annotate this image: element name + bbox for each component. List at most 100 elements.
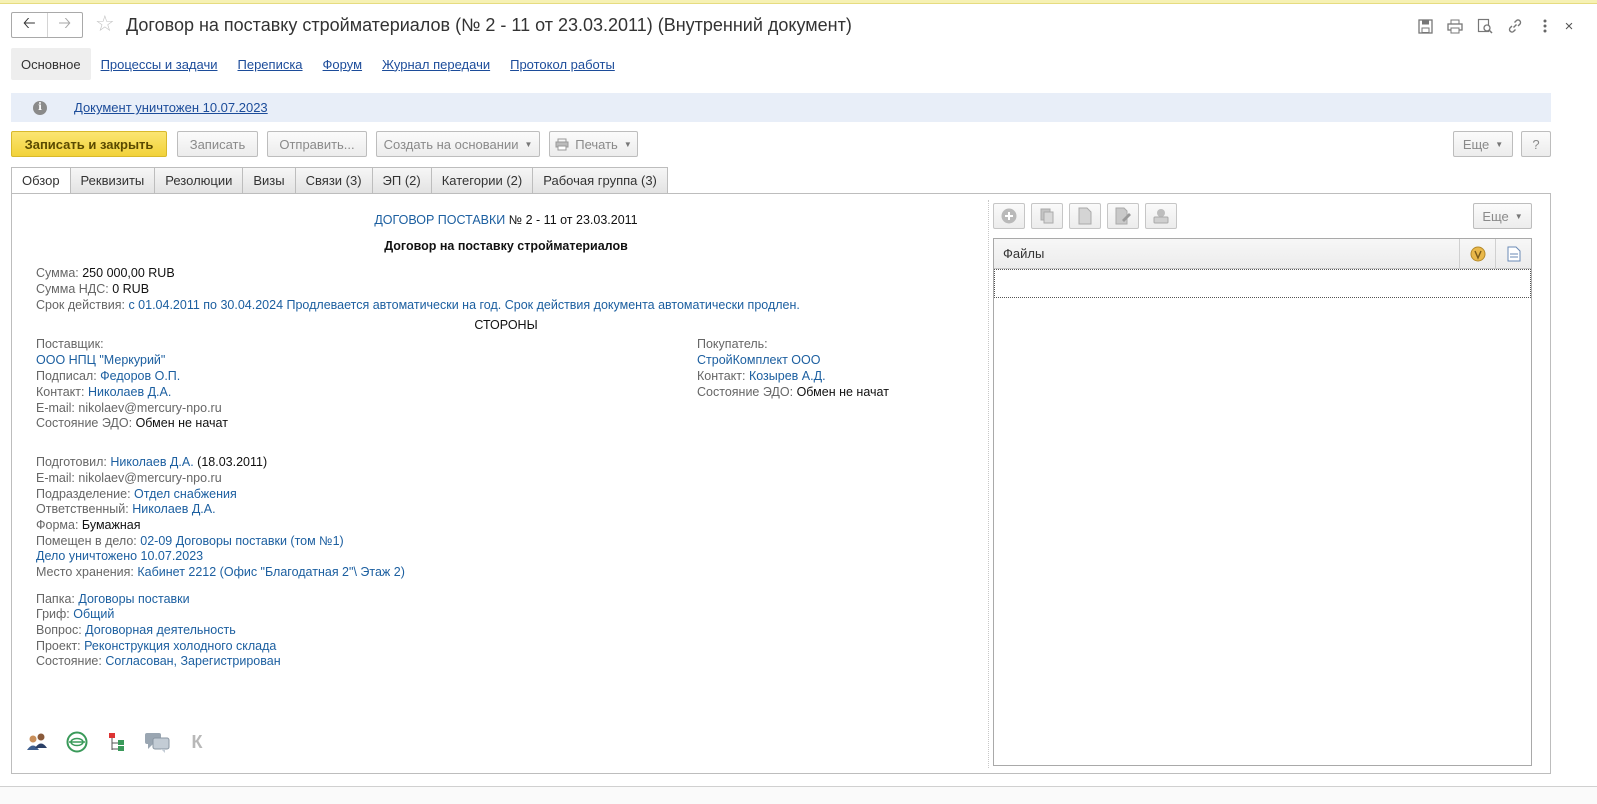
dept-link[interactable]: Отдел снабжения bbox=[134, 487, 237, 501]
globe-icon[interactable] bbox=[64, 730, 90, 754]
tab-overview[interactable]: Обзор bbox=[11, 167, 71, 194]
panel-divider bbox=[988, 200, 989, 768]
grif-label: Гриф: bbox=[36, 607, 70, 621]
k-icon[interactable]: К bbox=[184, 730, 210, 754]
buyer-edo-line: Состояние ЭДО: Обмен не начат bbox=[697, 385, 889, 401]
section-work-log[interactable]: Протокол работы bbox=[500, 48, 625, 80]
tab-links[interactable]: Связи (3) bbox=[295, 167, 373, 194]
files-table: Файлы bbox=[993, 238, 1532, 766]
buyer-contact-link[interactable]: Козырев А.Д. bbox=[749, 369, 826, 383]
files-toolbar bbox=[993, 203, 1177, 229]
question-line: Вопрос: Договорная деятельность bbox=[36, 623, 236, 639]
arrow-right-icon: 🡢 bbox=[58, 14, 72, 32]
tab-workgroup[interactable]: Рабочая группа (3) bbox=[533, 167, 668, 194]
files-column-header[interactable]: Файлы bbox=[1003, 246, 1044, 261]
folder-link[interactable]: Договоры поставки bbox=[78, 592, 189, 606]
document-heading: ДОГОВОР ПОСТАВКИ № 2 - 11 от 23.03.2011 bbox=[36, 213, 976, 229]
dept-label: Подразделение: bbox=[36, 487, 131, 501]
printer-icon[interactable] bbox=[1443, 14, 1467, 38]
case-link[interactable]: 02-09 Договоры поставки (том №1) bbox=[140, 534, 343, 548]
close-button[interactable]: × bbox=[1559, 14, 1579, 38]
info-bar: i Документ уничтожен 10.07.2023 bbox=[11, 93, 1551, 122]
print-label: Печать bbox=[575, 136, 618, 152]
prepared-email: E-mail: nikolaev@mercury-npo.ru bbox=[36, 471, 222, 485]
vat-label: Сумма НДС: bbox=[36, 282, 109, 296]
case-label: Помещен в дело: bbox=[36, 534, 137, 548]
resp-link[interactable]: Николаев Д.А. bbox=[132, 502, 215, 516]
section-transfer-log[interactable]: Журнал передачи bbox=[372, 48, 500, 80]
supplier-contact-link[interactable]: Николаев Д.А. bbox=[88, 385, 171, 399]
bottom-icon-bar: К bbox=[24, 730, 210, 754]
signature-column-icon[interactable] bbox=[1459, 239, 1495, 268]
create-based-button[interactable]: Создать на основании ▼ bbox=[376, 131, 540, 157]
help-button[interactable]: ? bbox=[1521, 131, 1551, 157]
grif-link[interactable]: Общий bbox=[73, 607, 114, 621]
prepared-link[interactable]: Николаев Д.А. bbox=[110, 455, 193, 469]
link-icon[interactable] bbox=[1503, 14, 1527, 38]
tab-strip: Обзор Реквизиты Резолюции Визы Связи (3)… bbox=[11, 167, 668, 194]
scanner-icon[interactable] bbox=[1145, 203, 1177, 229]
signed-label: Подписал: bbox=[36, 369, 97, 383]
send-button[interactable]: Отправить... bbox=[267, 131, 367, 157]
doc-type-link[interactable]: ДОГОВОР ПОСТАВКИ bbox=[374, 213, 505, 227]
files-table-header: Файлы bbox=[994, 239, 1531, 269]
term-value: с 01.04.2011 по 30.04.2024 Продлевается … bbox=[128, 298, 800, 312]
section-correspondence[interactable]: Переписка bbox=[228, 48, 313, 80]
document-column-icon[interactable] bbox=[1495, 239, 1531, 268]
supplier-email: E-mail: nikolaev@mercury-npo.ru bbox=[36, 401, 222, 415]
supplier-label: Поставщик: bbox=[36, 337, 104, 351]
question-link[interactable]: Договорная деятельность bbox=[85, 623, 236, 637]
forward-button[interactable]: 🡢 bbox=[46, 13, 83, 37]
tab-categories[interactable]: Категории (2) bbox=[431, 167, 534, 194]
tab-signatures[interactable]: ЭП (2) bbox=[372, 167, 432, 194]
sum-label: Сумма: bbox=[36, 266, 79, 280]
more-vertical-icon[interactable] bbox=[1533, 14, 1557, 38]
command-bar: Записать и закрыть Записать Отправить...… bbox=[11, 131, 1551, 158]
favorite-star-icon[interactable]: ☆ bbox=[95, 12, 115, 36]
save-disk-icon[interactable] bbox=[1413, 14, 1437, 38]
save-and-close-button[interactable]: Записать и закрыть bbox=[11, 131, 167, 157]
supplier-edo-value: Обмен не начат bbox=[135, 416, 228, 430]
buyer-name-link[interactable]: СтройКомплект ООО bbox=[697, 353, 820, 369]
vat-value: 0 RUB bbox=[112, 282, 150, 296]
title-bar: 🡠 🡢 ☆ Договор на поставку стройматериало… bbox=[0, 6, 1597, 44]
tab-resolutions[interactable]: Резолюции bbox=[155, 167, 244, 194]
signed-line: Подписал: Федоров О.П. bbox=[36, 369, 180, 385]
document-subject: Договор на поставку стройматериалов bbox=[384, 239, 628, 253]
tab-requisites[interactable]: Реквизиты bbox=[70, 167, 156, 194]
project-link[interactable]: Реконструкция холодного склада bbox=[84, 639, 276, 653]
print-button[interactable]: Печать ▼ bbox=[549, 131, 638, 157]
top-strip bbox=[0, 0, 1597, 4]
back-button[interactable]: 🡠 bbox=[12, 13, 47, 37]
chat-icon[interactable] bbox=[144, 730, 170, 754]
supplier-name-link[interactable]: ООО НПЦ "Меркурий" bbox=[36, 353, 165, 369]
status-strip bbox=[0, 786, 1597, 804]
section-main[interactable]: Основное bbox=[11, 48, 91, 80]
parties-heading: СТОРОНЫ bbox=[474, 318, 538, 332]
edit-file-icon[interactable] bbox=[1107, 203, 1139, 229]
edo-label: Состояние ЭДО: bbox=[697, 385, 794, 399]
preview-icon[interactable] bbox=[1473, 14, 1497, 38]
status-link[interactable]: Согласован, Зарегистрирован bbox=[105, 654, 280, 668]
add-icon[interactable] bbox=[993, 203, 1025, 229]
more-button[interactable]: Еще ▼ bbox=[1453, 131, 1513, 157]
term-line: Срок действия: с 01.04.2011 по 30.04.202… bbox=[36, 298, 800, 314]
printer-icon bbox=[555, 138, 569, 151]
files-table-row[interactable] bbox=[994, 269, 1531, 298]
save-button[interactable]: Записать bbox=[177, 131, 258, 157]
case-destroyed-link[interactable]: Дело уничтожено 10.07.2023 bbox=[36, 549, 203, 565]
destroyed-notice-link[interactable]: Документ уничтожен 10.07.2023 bbox=[74, 100, 268, 115]
prepared-line: Подготовил: Николаев Д.А. (18.03.2011) bbox=[36, 455, 267, 471]
resp-line: Ответственный: Николаев Д.А. bbox=[36, 502, 216, 518]
copy-icon[interactable] bbox=[1031, 203, 1063, 229]
tab-visas[interactable]: Визы bbox=[243, 167, 296, 194]
contact-label: Контакт: bbox=[697, 369, 746, 383]
file-icon[interactable] bbox=[1069, 203, 1101, 229]
storage-link[interactable]: Кабинет 2212 (Офис "Благодатная 2"\ Этаж… bbox=[137, 565, 404, 579]
section-forum[interactable]: Форум bbox=[313, 48, 373, 80]
files-more-button[interactable]: Еще ▼ bbox=[1473, 203, 1532, 229]
section-processes[interactable]: Процессы и задачи bbox=[91, 48, 228, 80]
tree-icon[interactable] bbox=[104, 730, 130, 754]
signed-link[interactable]: Федоров О.П. bbox=[100, 369, 180, 383]
users-icon[interactable] bbox=[24, 730, 50, 754]
